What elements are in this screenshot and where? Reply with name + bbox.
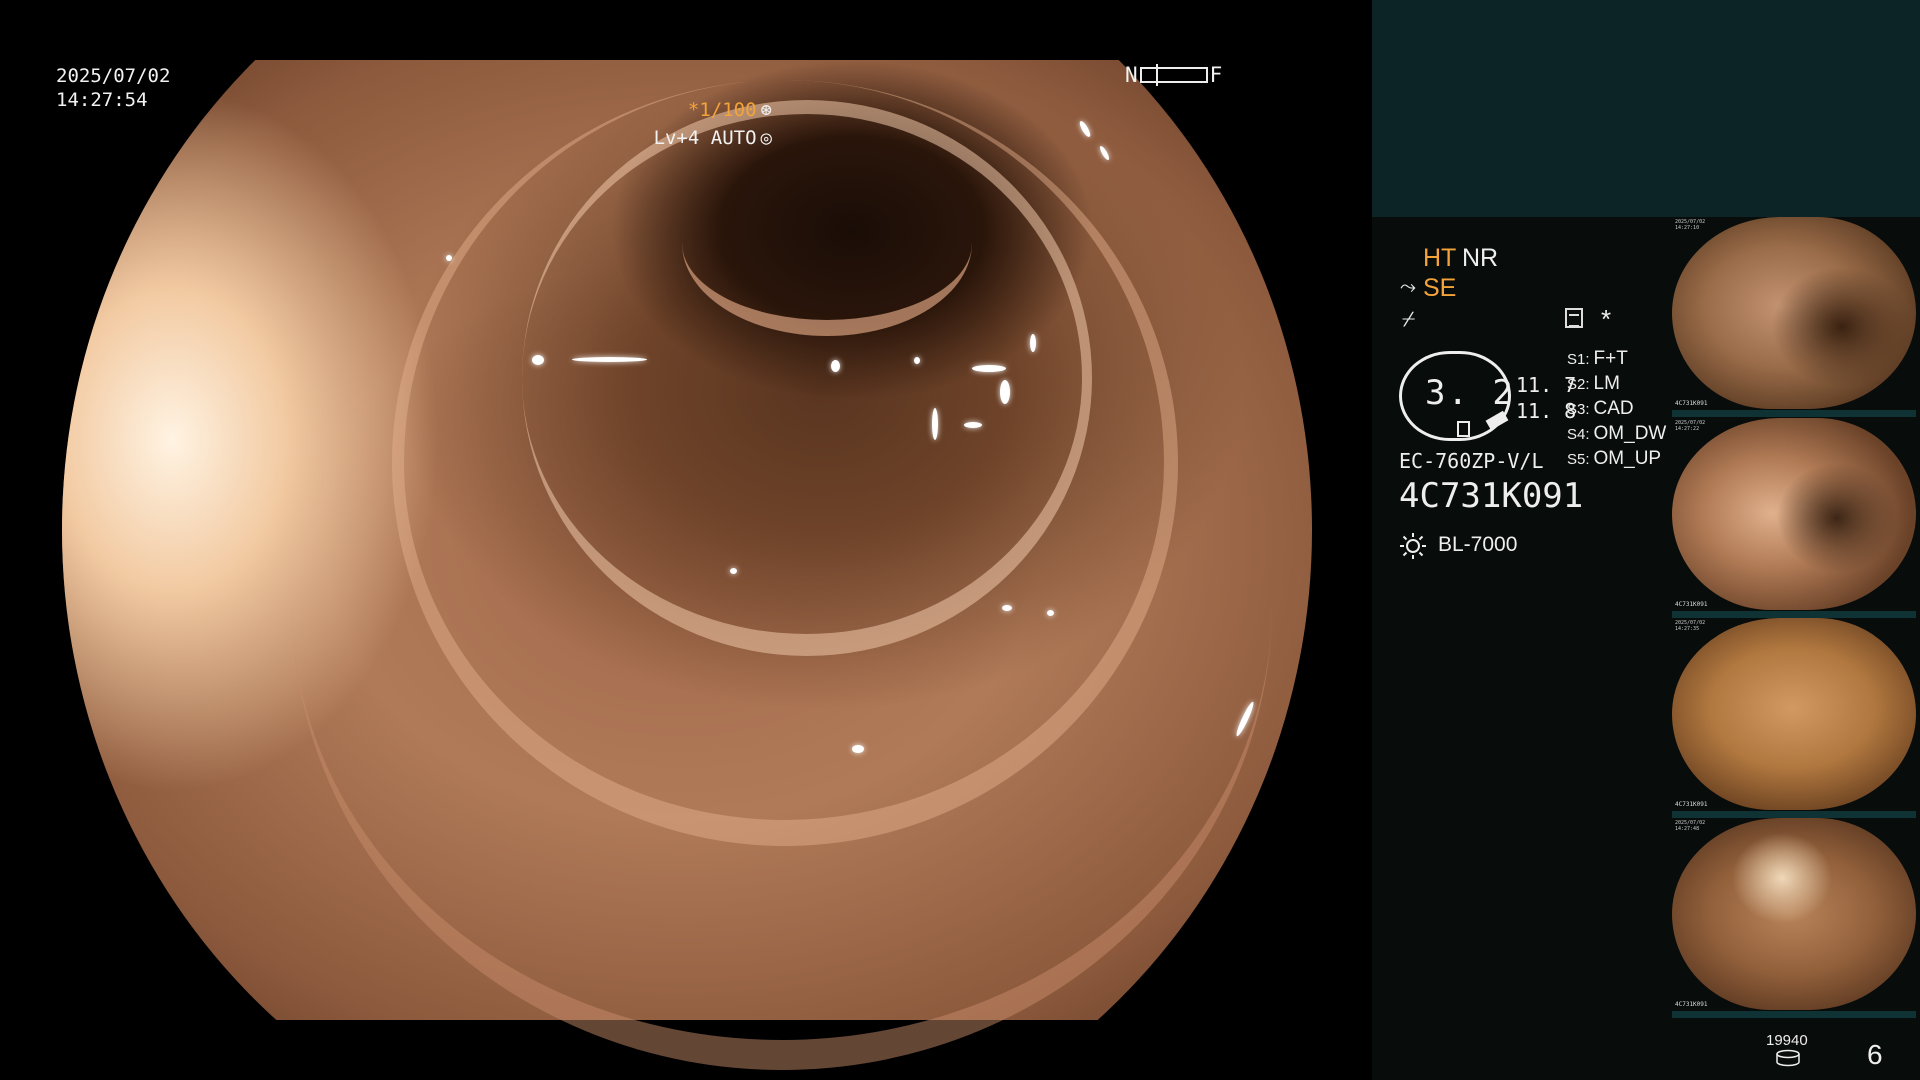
preset-s3: S3: CAD — [1567, 398, 1634, 419]
captured-image-count: 6 — [1867, 1039, 1883, 1070]
thumbnail-strip — [1672, 811, 1916, 818]
thumbnail-strip — [1672, 410, 1916, 417]
light-reflection — [972, 365, 1006, 372]
focus-indicator: N F — [1125, 63, 1222, 87]
light-reflection — [964, 422, 982, 428]
thumbnail-timestamp: 2025/07/02 14:27:35 — [1675, 620, 1706, 632]
preset-s5: S5: OM_UP — [1567, 448, 1662, 469]
thumbnail-serial: 4C731K091 — [1675, 1001, 1708, 1008]
light-reflection — [1047, 610, 1054, 616]
time-text: 14:27:54 — [56, 89, 148, 111]
captured-thumbnail[interactable]: 2025/07/02 14:27:48 4C731K091 — [1672, 818, 1916, 1018]
ht-mode-label: HT — [1423, 244, 1457, 272]
endoscope-main-view: 2025/07/02 14:27:54 N F *1/100 ⊛ Lv+4 AU… — [0, 0, 1372, 1080]
captured-thumbnail[interactable]: 2025/07/02 14:27:35 4C731K091 — [1672, 618, 1916, 818]
preset-s2: S2: LM — [1567, 373, 1620, 394]
slash-icon: ⌿ — [1402, 306, 1416, 331]
storage-icon — [1776, 1049, 1800, 1067]
se-mode-label: SE — [1423, 274, 1457, 302]
thumbnail-timestamp: 2025/07/02 14:27:48 — [1675, 820, 1706, 832]
oval-box-marker — [1457, 421, 1470, 437]
structure-enhance-icon: ⤳ — [1400, 276, 1416, 298]
asterisk-marker: * — [1601, 304, 1612, 334]
preset-s1: S1: F+T — [1567, 348, 1628, 369]
thumbnail-strip — [1672, 611, 1916, 618]
timestamp: 2025/07/02 14:27:54 — [56, 64, 170, 112]
mucosal-fold — [292, 140, 1272, 1070]
light-reflection — [1000, 380, 1010, 404]
light-reflection — [852, 745, 864, 753]
thumbnail-timestamp: 2025/07/02 14:27:22 — [1675, 420, 1706, 432]
light-reflection — [730, 568, 737, 574]
thumbnail-image — [1672, 217, 1916, 409]
light-reflection — [1030, 334, 1036, 352]
aperture-icon: ⊛ — [760, 99, 772, 121]
light-reflection — [1002, 605, 1012, 611]
thumbnail-serial: 4C731K091 — [1675, 801, 1708, 808]
endoscopic-image — [62, 60, 1312, 1070]
light-source-model: BL-7000 — [1438, 533, 1518, 556]
scope-serial: 4C731K091 — [1399, 476, 1584, 516]
scope-value: 3. 2 — [1425, 373, 1515, 413]
focus-near-label: N — [1125, 63, 1138, 87]
iris-mode: Lv+4 AUTO ◎ — [654, 127, 772, 149]
thumbnail-serial: 4C731K091 — [1675, 601, 1708, 608]
light-reflection — [932, 408, 938, 440]
panel-header-area — [1372, 0, 1920, 217]
captured-thumbnail[interactable]: 2025/07/02 14:27:22 4C731K091 — [1672, 418, 1916, 618]
thumbnail-image — [1672, 818, 1916, 1010]
storage-count: 19940 — [1766, 1032, 1808, 1049]
date-text: 2025/07/02 — [56, 65, 171, 87]
shutter-text: *1/100 — [687, 99, 757, 121]
light-reflection — [1077, 119, 1093, 139]
thumbnail-timestamp: 2025/07/02 14:27:10 — [1675, 219, 1706, 231]
thumbnail-serial: 4C731K091 — [1675, 400, 1708, 407]
light-reflection — [831, 360, 840, 372]
light-reflection — [446, 255, 452, 261]
light-reflection — [914, 357, 920, 364]
preset-s4: S4: OM_DW — [1567, 423, 1667, 444]
focus-far-label: F — [1209, 63, 1223, 87]
thumbnail-image — [1672, 418, 1916, 610]
light-reflection — [1098, 144, 1111, 162]
light-reflection — [572, 357, 647, 362]
layout-icon — [1565, 308, 1583, 328]
captured-thumbnail[interactable]: 2025/07/02 14:27:10 4C731K091 — [1672, 217, 1916, 417]
nr-mode-label: NR — [1462, 244, 1499, 272]
shutter-speed: *1/100 ⊛ — [688, 99, 772, 121]
thumbnail-strip — [1672, 1011, 1916, 1018]
sun-icon — [1400, 533, 1426, 559]
light-reflection — [532, 355, 544, 365]
scope-model: EC-760ZP-V/L — [1399, 449, 1544, 473]
thumbnail-image — [1672, 618, 1916, 810]
iris-text: Lv+4 AUTO — [653, 127, 757, 149]
iris-icon: ◎ — [760, 127, 772, 149]
focus-bar — [1139, 64, 1208, 86]
